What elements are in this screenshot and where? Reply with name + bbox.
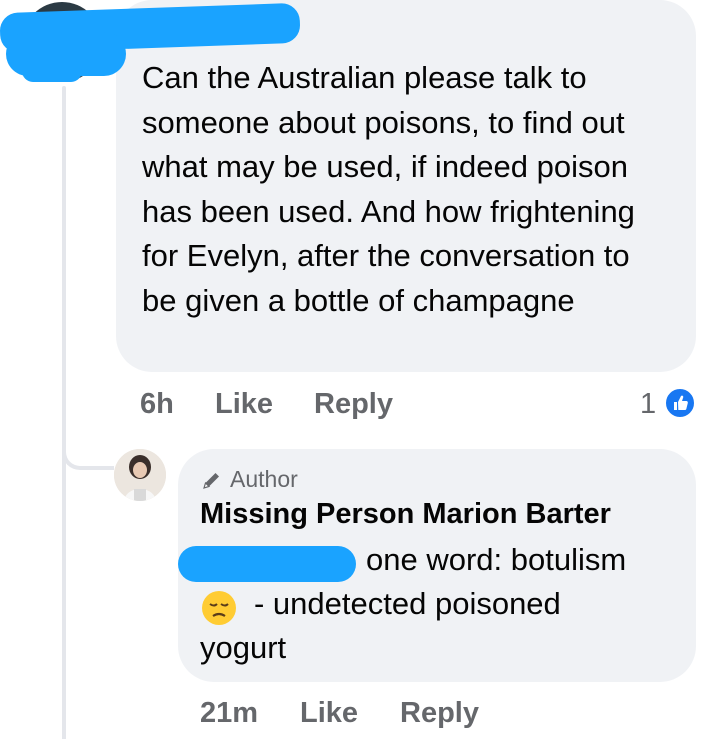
- author-badge: Author: [200, 466, 298, 493]
- reply-like-button[interactable]: Like: [300, 697, 358, 730]
- comment-reply-button[interactable]: Reply: [314, 388, 393, 421]
- comment-text: Can the Australian please talk to someon…: [142, 60, 635, 318]
- reply-text-line: yogurt: [200, 630, 287, 665]
- thread-connector-line: [62, 86, 66, 739]
- author-badge-label: Author: [230, 466, 298, 492]
- reaction-count[interactable]: 1: [640, 388, 656, 421]
- reply-text-line: one word: botulism: [366, 542, 627, 577]
- comment-thread: Can the Australian please talk to someon…: [0, 0, 720, 739]
- reply-reply-button[interactable]: Reply: [400, 697, 479, 730]
- reply-timestamp[interactable]: 21m: [200, 697, 258, 730]
- disappointed-face-emoji: [202, 591, 236, 625]
- pencil-icon: [203, 472, 219, 489]
- reply-connector-curve: [62, 440, 114, 470]
- comment-timestamp[interactable]: 6h: [140, 388, 174, 421]
- redaction-mark: [178, 546, 356, 582]
- redaction-mark: [22, 60, 82, 82]
- comment-like-button[interactable]: Like: [215, 388, 273, 421]
- like-icon[interactable]: [663, 386, 697, 420]
- author-avatar[interactable]: [114, 449, 166, 501]
- author-name[interactable]: Missing Person Marion Barter: [200, 498, 611, 531]
- reply-text-line: - undetected poisoned: [254, 586, 561, 621]
